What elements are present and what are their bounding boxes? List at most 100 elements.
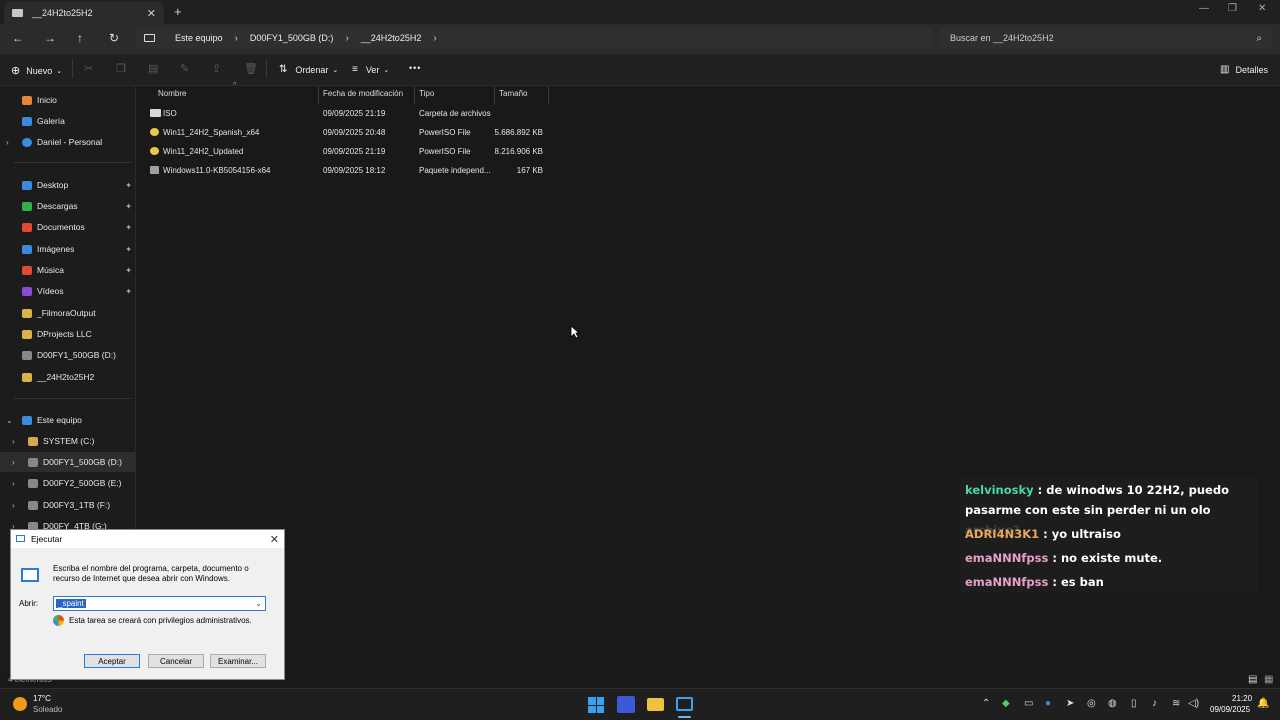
more-options-icon[interactable]: ••• [409, 63, 421, 73]
volume-icon[interactable]: ◁) [1188, 698, 1199, 709]
chevron-right-icon[interactable]: › [12, 458, 22, 467]
sidebar-item-onedrive[interactable]: › Daniel - Personal [0, 132, 136, 152]
share-icon[interactable]: ⇪ [212, 62, 221, 75]
browse-button[interactable]: Examinar... [210, 654, 266, 668]
pin-icon[interactable]: ✦ [125, 266, 132, 275]
minimize-button[interactable]: — [1199, 3, 1209, 14]
open-command-value[interactable]: _spaint [56, 599, 86, 608]
up-button[interactable]: ↑ [77, 31, 83, 45]
details-view-icon[interactable]: ▤ [1248, 674, 1257, 685]
microphone-icon[interactable]: ♪ [1152, 698, 1157, 709]
open-command-input[interactable]: _spaint ⌄ [53, 596, 266, 611]
paste-icon[interactable]: ▤ [148, 62, 158, 75]
column-header-name[interactable]: Nombre [158, 89, 186, 98]
sidebar-item-quick-access[interactable]: D00FY1_500GB (D:) [0, 345, 136, 365]
tray-app-icon[interactable]: ◍ [1108, 698, 1117, 709]
app-icon[interactable] [617, 696, 635, 713]
sidebar-item-este-equipo[interactable]: ⌄ Este equipo [0, 410, 136, 430]
weather-desc[interactable]: Soleado [33, 705, 62, 714]
chevron-right-icon[interactable]: › [12, 479, 22, 488]
ok-button[interactable]: Aceptar [84, 654, 140, 668]
sidebar-item-drive[interactable]: › D00FY1_500GB (D:) [0, 452, 136, 472]
column-header-date[interactable]: Fecha de modificación [323, 89, 403, 98]
forward-button[interactable]: → [44, 31, 56, 45]
details-button[interactable]: ▥ Detalles [1220, 64, 1268, 75]
pin-icon[interactable]: ✦ [125, 223, 132, 232]
view-button[interactable]: ≡ Ver ⌄ [352, 64, 389, 75]
close-icon[interactable]: ✕ [270, 533, 279, 546]
file-row[interactable]: Win11_24H2_Spanish_x64 09/09/2025 20:48 Po… [148, 124, 548, 142]
sidebar-item-quick-access[interactable]: Vídeos ✦ [0, 281, 136, 301]
wifi-icon[interactable]: ≋ [1172, 698, 1180, 709]
copy-icon[interactable]: ❐ [116, 62, 126, 75]
sidebar-item-quick-access[interactable]: Descargas ✦ [0, 196, 136, 216]
chevron-right-icon[interactable]: › [433, 33, 436, 44]
new-tab-button[interactable]: + [174, 4, 182, 19]
tray-app-icon[interactable]: ▭ [1024, 698, 1033, 709]
pin-icon[interactable]: ✦ [125, 287, 132, 296]
file-row[interactable]: ISO 09/09/2025 21:19 Carpeta de archivos [148, 105, 548, 123]
search-icon[interactable]: ⌕ [1256, 33, 1262, 44]
sidebar-item-quick-access[interactable]: Música ✦ [0, 260, 136, 280]
telegram-icon[interactable]: ➤ [1066, 698, 1074, 709]
sidebar-item-quick-access[interactable]: Imágenes ✦ [0, 239, 136, 259]
cancel-button[interactable]: Cancelar [148, 654, 204, 668]
breadcrumb-este-equipo[interactable]: Este equipo [175, 33, 223, 43]
chevron-right-icon[interactable]: › [12, 501, 22, 510]
clock-time[interactable]: 21:20 [1232, 694, 1252, 703]
chevron-right-icon[interactable]: › [6, 138, 16, 147]
sidebar-item-quick-access[interactable]: __24H2to25H2 [0, 367, 136, 387]
pin-icon[interactable]: ✦ [125, 181, 132, 190]
pin-icon[interactable]: ✦ [125, 202, 132, 211]
file-row[interactable]: Windows11.0-KB5054156-x64 09/09/2025 18:1… [148, 162, 548, 180]
chevron-down-icon[interactable]: ⌄ [6, 416, 16, 425]
column-divider[interactable] [414, 86, 415, 104]
chevron-right-icon[interactable]: › [235, 33, 238, 44]
sidebar-item-drive[interactable]: › D00FY3_1TB (F:) [0, 495, 136, 515]
sidebar-item-galeria[interactable]: Galería [0, 111, 136, 131]
column-divider[interactable] [494, 86, 495, 104]
file-row[interactable]: Win11_24H2_Updated 09/09/2025 21:19 PowerI… [148, 143, 548, 161]
run-taskbar-icon[interactable] [676, 697, 693, 711]
chevron-down-icon[interactable]: ⌄ [255, 599, 262, 608]
sort-button[interactable]: ⇅ Ordenar ⌄ [279, 64, 338, 75]
rename-icon[interactable]: ✎ [180, 62, 189, 75]
search-input[interactable]: Buscar en __24H2to25H2 ⌕ [940, 28, 1272, 48]
file-explorer-icon[interactable] [647, 698, 664, 711]
sidebar-item-drive[interactable]: › D00FY2_500GB (E:) [0, 473, 136, 493]
sidebar-item-quick-access[interactable]: DProjects LLC [0, 324, 136, 344]
column-header-size[interactable]: Tamaño [499, 89, 527, 98]
sidebar-item-quick-access[interactable]: Desktop ✦ [0, 175, 136, 195]
address-bar[interactable]: Este equipo › D00FY1_500GB (D:) › __24H2… [136, 28, 932, 48]
weather-temp[interactable]: 17°C [33, 694, 51, 703]
maximize-button[interactable]: ❐ [1228, 3, 1237, 14]
tray-app-icon[interactable]: ● [1045, 698, 1051, 709]
cut-icon[interactable]: ✂ [84, 62, 93, 75]
clock-date[interactable]: 09/09/2025 [1210, 705, 1250, 714]
delete-icon[interactable]: 🗑 [244, 62, 258, 75]
notification-bell-icon[interactable]: 🔔 [1257, 698, 1269, 709]
sidebar-item-quick-access[interactable]: Documentos ✦ [0, 217, 136, 237]
tray-app-icon[interactable]: ◆ [1002, 698, 1010, 709]
run-dialog-title-bar[interactable]: Ejecutar ✕ [11, 530, 284, 548]
discord-icon[interactable]: ◎ [1087, 698, 1096, 709]
refresh-button[interactable]: ↻ [109, 31, 119, 45]
sidebar-item-inicio[interactable]: Inicio [0, 90, 136, 110]
sun-icon[interactable] [13, 697, 27, 711]
chevron-up-icon[interactable]: ⌃ [982, 698, 990, 709]
close-window-button[interactable]: ✕ [1258, 3, 1266, 14]
chevron-right-icon[interactable]: › [12, 437, 22, 446]
start-icon[interactable] [588, 697, 604, 713]
usb-icon[interactable]: ▯ [1131, 698, 1137, 709]
breadcrumb-drive-d[interactable]: D00FY1_500GB (D:) [250, 33, 334, 43]
pin-icon[interactable]: ✦ [125, 245, 132, 254]
breadcrumb-current-folder[interactable]: __24H2to25H2 [361, 33, 422, 43]
chevron-right-icon[interactable]: › [345, 33, 348, 44]
close-tab-icon[interactable]: ✕ [147, 7, 156, 20]
column-divider[interactable] [318, 86, 319, 104]
tiles-view-icon[interactable]: ▦ [1264, 674, 1273, 685]
column-header-type[interactable]: Tipo [419, 89, 434, 98]
back-button[interactable]: ← [12, 31, 24, 45]
tab-current-folder[interactable]: __24H2to25H2 ✕ [4, 2, 164, 24]
sidebar-item-quick-access[interactable]: _FilmoraOutput [0, 303, 136, 323]
